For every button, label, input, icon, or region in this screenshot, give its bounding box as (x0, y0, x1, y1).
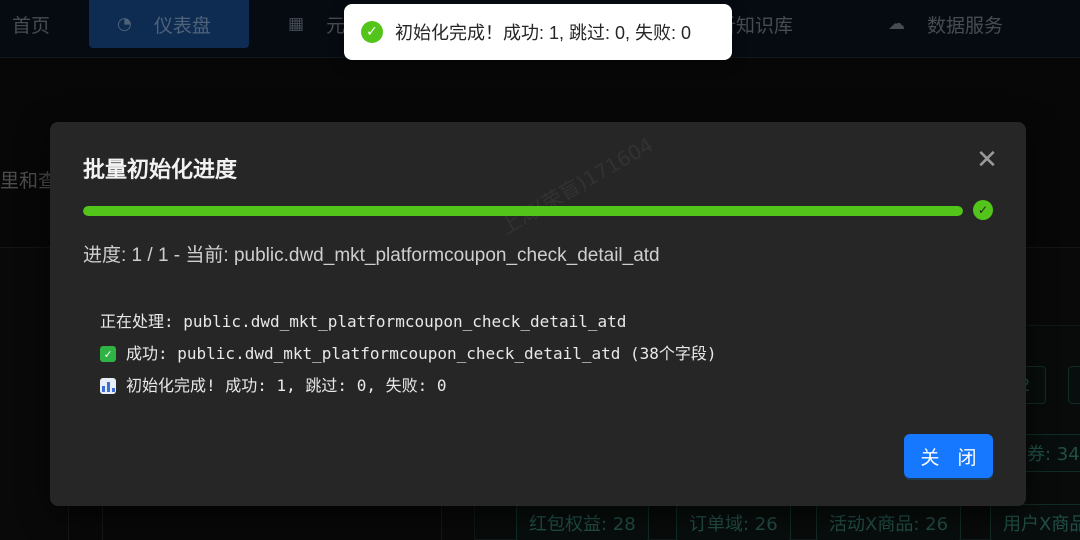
check-mark-icon: ✓ (100, 346, 116, 362)
close-icon[interactable]: ✕ (974, 147, 1000, 173)
close-button[interactable]: 关 闭 (904, 434, 993, 478)
log-line-text: 正在处理: public.dwd_mkt_platformcoupon_chec… (100, 312, 627, 331)
batch-init-progress-modal: 上海(荣盲)171604 批量初始化进度 ✕ ✓ 进度: 1 / 1 - 当前:… (50, 122, 1026, 506)
toast-message: 初始化完成！成功: 1, 跳过: 0, 失败: 0 (395, 23, 692, 43)
progress-bar-fill (83, 206, 963, 216)
check-circle-icon: ✓ (361, 21, 383, 43)
progress-bar (83, 206, 963, 216)
progress-status-text: 进度: 1 / 1 - 当前: public.dwd_mkt_platformc… (83, 245, 660, 266)
check-circle-icon: ✓ (973, 200, 993, 220)
modal-title: 批量初始化进度 (83, 158, 238, 183)
log-line: ✓ 成功: public.dwd_mkt_platformcoupon_chec… (100, 338, 717, 370)
log-line: 初始化完成! 成功: 1, 跳过: 0, 失败: 0 (100, 370, 717, 402)
progress-log: 正在处理: public.dwd_mkt_platformcoupon_chec… (100, 306, 717, 402)
watermark: 上海(荣盲)171604 (496, 132, 658, 240)
log-line-text: 初始化完成! 成功: 1, 跳过: 0, 失败: 0 (126, 376, 447, 395)
bar-chart-icon (100, 378, 116, 394)
log-line: 正在处理: public.dwd_mkt_platformcoupon_chec… (100, 306, 717, 338)
log-line-text: 成功: public.dwd_mkt_platformcoupon_check_… (126, 344, 717, 363)
success-toast: ✓ 初始化完成！成功: 1, 跳过: 0, 失败: 0 (344, 4, 732, 60)
